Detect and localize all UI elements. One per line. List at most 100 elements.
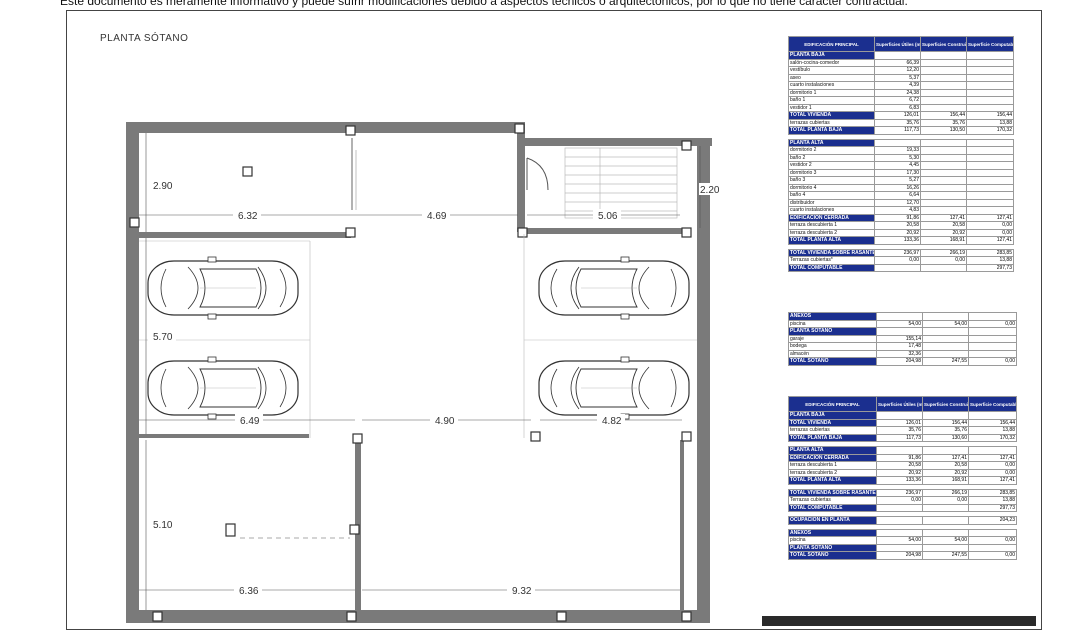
table-row: TOTAL VIVIENDA 126,01 156,44 156,44 xyxy=(788,111,1014,120)
table-cell: piscina xyxy=(788,319,877,328)
table-cell: 283,85 xyxy=(966,248,1014,257)
table-cell xyxy=(968,543,1017,552)
table-cell xyxy=(922,334,969,343)
table-header-cell: Superficies Útiles (m²) xyxy=(874,36,921,52)
table-cell: 4,45 xyxy=(874,161,921,170)
table-cell: vestidor 2 xyxy=(788,161,875,170)
table-cell xyxy=(920,103,967,112)
table-cell xyxy=(922,327,969,336)
table-cell: TOTAL SÓTANO xyxy=(788,551,877,560)
table-cell: 13,88 xyxy=(968,426,1017,435)
table-row: vestíbulo 12,20 xyxy=(788,66,1014,75)
table-cell: 155,14 xyxy=(876,334,923,343)
dim-label: 4.82 xyxy=(602,416,622,427)
table-cell xyxy=(966,81,1014,90)
table-cell: 117,73 xyxy=(876,433,923,442)
wall-inner-right xyxy=(520,228,690,234)
table-cell xyxy=(966,51,1014,60)
table-row: terraza descubierta 2 20,92 20,92 0,00 xyxy=(788,468,1017,477)
dim-label: 4.90 xyxy=(435,416,455,427)
table-cell: TOTAL PLANTA ALTA xyxy=(788,236,875,245)
table-cell: baño 3 xyxy=(788,176,875,185)
table-cell xyxy=(920,138,967,147)
table-cell xyxy=(966,198,1014,207)
table-cell: 5,27 xyxy=(874,176,921,185)
table-cell: TOTAL VIVIENDA xyxy=(788,418,877,427)
table-cell xyxy=(874,138,921,147)
table-cell: 297,73 xyxy=(966,263,1014,272)
table-cell: 91,86 xyxy=(874,213,921,222)
table-cell: dormitorio 3 xyxy=(788,168,875,177)
table-cell xyxy=(966,183,1014,192)
table-cell: 20,92 xyxy=(922,468,969,477)
table-cell: TOTAL SÓTANO xyxy=(788,357,877,366)
table-cell xyxy=(968,528,1017,537)
table-cell: 0,00 xyxy=(874,256,921,265)
table-header-cell: Superficie Computable (m²/t) xyxy=(968,396,1017,412)
wall-right xyxy=(697,138,710,623)
table-cell xyxy=(922,446,969,455)
table-cell: 13,88 xyxy=(966,118,1014,127)
table-cell xyxy=(920,88,967,97)
dim-label: 5.70 xyxy=(153,332,173,343)
surface-table-main: EDIFICACIÓN PRINCIPAL Superficies Útiles … xyxy=(788,36,1014,272)
table-cell: 0,00 xyxy=(968,551,1017,560)
table-cell: PLANTA BAJA xyxy=(788,51,875,60)
table-cell: TOTAL VIVIENDA SOBRE RASANTE xyxy=(788,248,875,257)
table-cell xyxy=(966,191,1014,200)
table-header-cell: Superficies Construidas (m²) xyxy=(922,396,969,412)
table-cell: 117,73 xyxy=(874,126,921,135)
table-row: salón-cocina-comedor 66,39 xyxy=(788,58,1014,67)
table-cell xyxy=(876,503,923,512)
table-row: PLANTA SÓTANO xyxy=(788,543,1017,552)
table-cell: 247,55 xyxy=(922,357,969,366)
table-cell xyxy=(920,51,967,60)
table-row: TOTAL VIVIENDA SOBRE RASANTE 236,97 266,19… xyxy=(788,248,1014,257)
table-cell: 4,39 xyxy=(874,81,921,90)
table-cell xyxy=(876,446,923,455)
table-cell: 20,92 xyxy=(876,468,923,477)
wall-inner-bottom xyxy=(139,434,309,438)
dim-label: 6.49 xyxy=(240,416,260,427)
table-cell xyxy=(966,138,1014,147)
table-cell: garaje xyxy=(788,334,877,343)
table-cell xyxy=(874,263,921,272)
wall-inner-top xyxy=(139,232,351,238)
table-row: baño 4 6,64 xyxy=(788,191,1014,200)
table-cell: 35,76 xyxy=(874,118,921,127)
surface-table-summary: EDIFICACIÓN PRINCIPAL Superficies Útiles … xyxy=(788,396,1017,560)
car-icon xyxy=(538,256,690,320)
table-cell: OCUPACIÓN EN PLANTA xyxy=(788,516,877,525)
table-cell: 24,38 xyxy=(874,88,921,97)
table-row: PLANTA SÓTANO xyxy=(788,327,1017,336)
table-cell: dormitorio 2 xyxy=(788,146,875,155)
table-cell: 32,36 xyxy=(876,349,923,358)
table-row: terraza descubierta 1 20,58 20,58 0,00 xyxy=(788,461,1017,470)
table-cell xyxy=(966,153,1014,162)
table-cell: EDIFICACIÓN CERRADA xyxy=(788,213,875,222)
table-cell: 127,41 xyxy=(966,236,1014,245)
table-row: TOTAL COMPUTABLE 297,73 xyxy=(788,503,1017,512)
table-row: almacén 32,36 xyxy=(788,349,1017,358)
table-cell xyxy=(920,176,967,185)
table-cell: 204,23 xyxy=(968,516,1017,525)
table-cell: cuarto instalaciones xyxy=(788,206,875,215)
table-cell: terrazas cubiertas xyxy=(788,118,875,127)
table-row: dormitorio 2 19,33 xyxy=(788,146,1014,155)
table-cell: Terrazas cubiertas xyxy=(788,496,877,505)
table-cell: terraza descubierta 2 xyxy=(788,228,875,237)
table-cell xyxy=(920,96,967,105)
table-cell xyxy=(920,66,967,75)
table-cell: salón-cocina-comedor xyxy=(788,58,875,67)
table-row: dormitorio 1 24,38 xyxy=(788,88,1014,97)
table-cell: TOTAL COMPUTABLE xyxy=(788,263,875,272)
table-row: bodega 17,48 xyxy=(788,342,1017,351)
table-cell: 156,44 xyxy=(922,418,969,427)
table-cell: 54,00 xyxy=(876,536,923,545)
table-cell xyxy=(920,168,967,177)
table-cell xyxy=(920,73,967,82)
table-cell xyxy=(920,161,967,170)
table-cell xyxy=(966,73,1014,82)
table-cell: baño 1 xyxy=(788,96,875,105)
table-cell: ANEXOS xyxy=(788,528,877,537)
